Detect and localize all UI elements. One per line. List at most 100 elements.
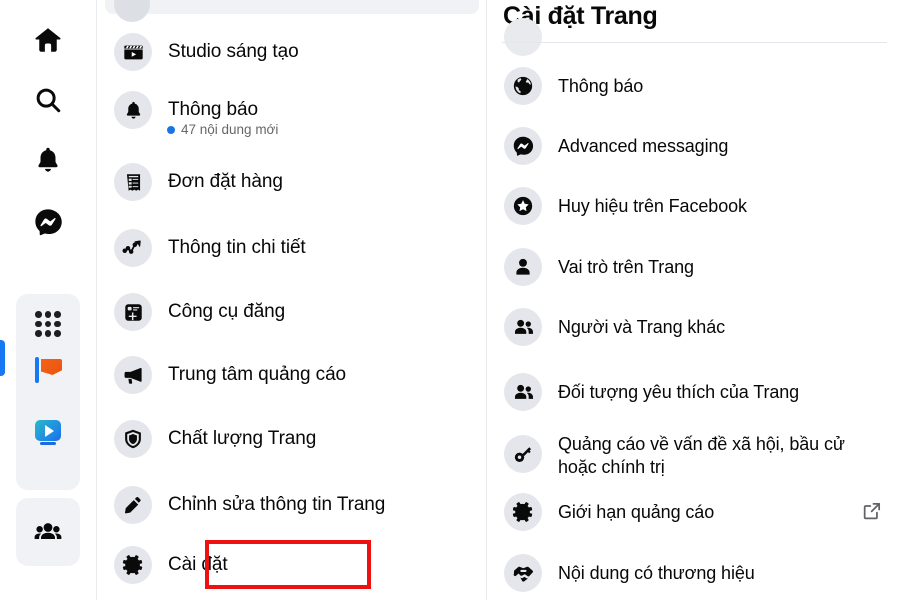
bell-icon	[33, 145, 63, 175]
settings-item-label: Nội dung có thương hiệu	[558, 562, 755, 583]
home-icon	[33, 25, 63, 55]
menu-item-label: Thông báo	[168, 98, 258, 120]
menu-item-label: Chất lượng Trang	[168, 427, 317, 449]
clapperboard-icon	[123, 42, 144, 63]
globe-icon-circle	[504, 67, 542, 105]
menu-item-publishing-tools[interactable]: Công cụ đăng	[105, 286, 479, 338]
menu-item-notifications[interactable]: Thông báo	[105, 84, 479, 136]
menu-item-label: Cài đặt	[168, 553, 228, 575]
rail-item-home[interactable]	[26, 18, 70, 62]
settings-item-facebook-badges[interactable]: Huy hiệu trên Facebook	[495, 187, 895, 225]
handshake-icon	[512, 562, 535, 585]
settings-item-label: Người và Trang khác	[558, 316, 726, 337]
left-navigation-rail	[0, 0, 97, 600]
menu-item-partial-above[interactable]	[105, 0, 479, 22]
menu-item-settings[interactable]: Cài đặt	[105, 539, 479, 591]
menu-item-label: Thông tin chi tiết	[168, 236, 306, 258]
receipt-icon-circle	[114, 163, 152, 201]
notifications-subtext: 47 nội dung mới	[167, 122, 278, 137]
clapperboard-icon-circle	[114, 33, 152, 71]
settings-item-partial-above	[504, 18, 542, 56]
people-icon-circle	[504, 373, 542, 411]
rail-item-notifications[interactable]	[26, 138, 70, 182]
rail-item-pages[interactable]	[26, 348, 70, 392]
groups-icon	[33, 517, 63, 547]
person-icon	[512, 256, 534, 278]
settings-item-people-and-other-pages[interactable]: Người và Trang khác	[495, 308, 895, 346]
shield-icon-circle	[114, 420, 152, 458]
rail-item-watch[interactable]	[26, 412, 70, 456]
active-page-indicator	[0, 340, 5, 376]
menu-item-label: Công cụ đăng	[168, 300, 286, 322]
settings-item-branded-content[interactable]: Nội dung có thương hiệu	[495, 554, 895, 592]
rail-item-messenger[interactable]	[26, 200, 70, 244]
settings-item-social-issue-ads[interactable]: Quảng cáo về vấn đề xã hội, bầu cử hoặc …	[495, 421, 895, 478]
pencil-icon-circle	[114, 486, 152, 524]
settings-item-notifications[interactable]: Thông báo	[495, 67, 895, 105]
people-icon	[512, 381, 535, 404]
watch-icon	[33, 420, 63, 448]
messenger-icon	[33, 207, 63, 237]
gear-icon-circle	[504, 493, 542, 531]
menu-item-insights[interactable]: Thông tin chi tiết	[105, 222, 479, 274]
external-link-icon[interactable]	[861, 500, 883, 522]
settings-item-label: Vai trò trên Trang	[558, 256, 694, 277]
pencil-icon	[123, 495, 144, 516]
settings-item-label: Đối tượng yêu thích của Trang	[558, 381, 800, 402]
rail-item-search[interactable]	[26, 78, 70, 122]
settings-item-preferred-audience[interactable]: Đối tượng yêu thích của Trang	[495, 373, 895, 411]
settings-item-advanced-messaging[interactable]: Advanced messaging	[495, 127, 895, 165]
menu-item-orders[interactable]: Đơn đặt hàng	[105, 156, 479, 208]
settings-item-label: Huy hiệu trên Facebook	[558, 195, 747, 216]
unread-dot-icon	[167, 125, 175, 134]
menu-item-label: Studio sáng tạo	[168, 40, 299, 62]
flag-icon	[33, 355, 63, 385]
messenger-icon	[512, 135, 534, 157]
gear-icon	[512, 501, 534, 523]
globe-icon	[512, 75, 534, 97]
menu-item-label: Đơn đặt hàng	[168, 170, 283, 192]
settings-item-page-roles[interactable]: Vai trò trên Trang	[495, 248, 895, 286]
panel-divider	[502, 42, 887, 43]
menu-item-ad-center[interactable]: Trung tâm quảng cáo	[105, 349, 479, 401]
grid-dots-icon	[35, 311, 61, 337]
person-icon-circle	[504, 248, 542, 286]
menu-item-edit-page-info[interactable]: Chỉnh sửa thông tin Trang	[105, 479, 479, 531]
rail-item-groups[interactable]	[26, 510, 70, 554]
bell-icon-circle	[114, 91, 152, 129]
rail-item-menu-grid[interactable]	[26, 302, 70, 346]
settings-item-label: Giới hạn quảng cáo	[558, 501, 715, 522]
megaphone-icon	[122, 364, 144, 386]
settings-item-label: Thông báo	[558, 75, 644, 96]
search-icon	[33, 85, 63, 115]
page-menu-column: Studio sáng tạo Thông báo 47 nội dung mớ…	[97, 0, 487, 600]
shield-icon	[122, 428, 144, 450]
gear-icon	[122, 554, 144, 576]
star-badge-icon	[512, 195, 534, 217]
handshake-icon-circle	[504, 554, 542, 592]
settings-item-label: Advanced messaging	[558, 135, 729, 156]
facebook-page-settings-screen: Studio sáng tạo Thông báo 47 nội dung mớ…	[0, 0, 900, 600]
messenger-icon-circle	[504, 127, 542, 165]
key-icon-circle	[504, 435, 542, 473]
publishing-tools-icon-circle	[114, 293, 152, 331]
insights-chart-icon-circle	[114, 229, 152, 267]
megaphone-icon-circle	[114, 356, 152, 394]
key-icon	[512, 443, 534, 465]
publishing-tools-icon	[123, 302, 144, 323]
notifications-count-text: 47 nội dung mới	[181, 122, 279, 137]
settings-item-label: Quảng cáo về vấn đề xã hội, bầu cử hoặc …	[558, 434, 845, 477]
receipt-icon	[123, 172, 144, 193]
people-icon-circle	[504, 308, 542, 346]
people-icon	[512, 316, 535, 339]
star-badge-icon-circle	[504, 187, 542, 225]
menu-item-label: Chỉnh sửa thông tin Trang	[168, 493, 386, 515]
menu-item-page-quality[interactable]: Chất lượng Trang	[105, 413, 479, 465]
menu-item-creative-studio[interactable]: Studio sáng tạo	[105, 26, 479, 78]
settings-item-ad-limits[interactable]: Giới hạn quảng cáo	[495, 493, 895, 531]
partial-icon-circle	[114, 0, 150, 22]
insights-chart-icon	[122, 237, 144, 259]
page-settings-panel: Cài đặt Trang Thông báo Advanced messagi…	[487, 0, 900, 600]
bell-icon	[123, 100, 144, 121]
menu-item-label: Trung tâm quảng cáo	[168, 363, 347, 385]
